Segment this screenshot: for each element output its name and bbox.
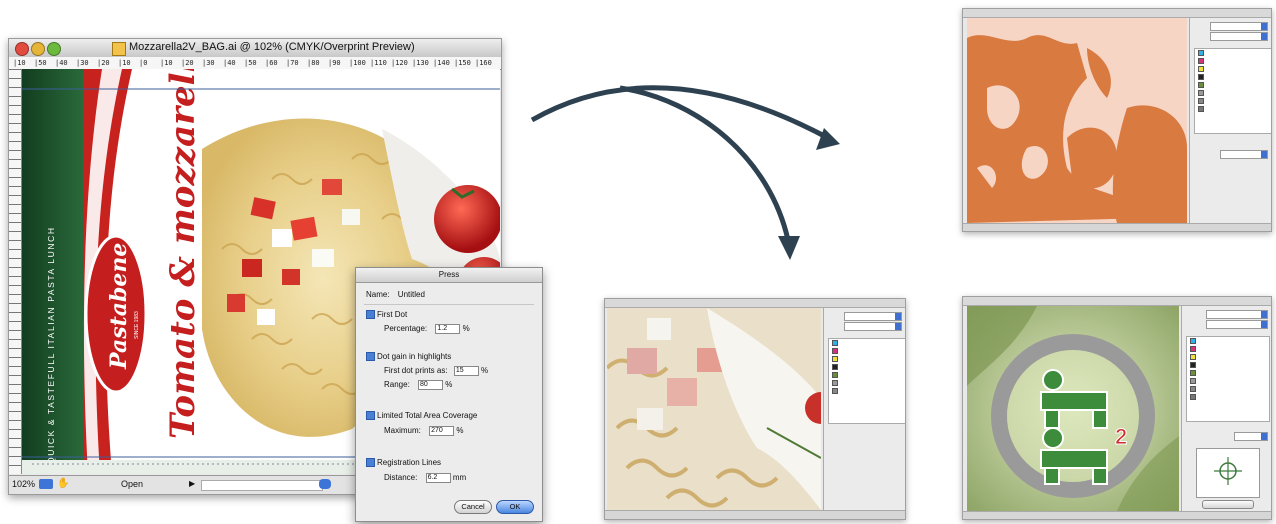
coverage-select[interactable] (1220, 150, 1268, 159)
mini-titlebar (605, 299, 905, 308)
separations-panel (1181, 306, 1271, 511)
separations-list[interactable] (828, 338, 905, 424)
mini-titlebar (963, 9, 1271, 18)
registration-select[interactable] (1234, 432, 1268, 441)
mini-titlebar (963, 297, 1271, 306)
arrow-icon (530, 85, 830, 141)
separations-panel (823, 308, 905, 510)
registration-preview-screenshot: 2 (962, 296, 1272, 520)
tac-preview-canvas[interactable] (967, 18, 1187, 223)
registration-canvas[interactable]: 2 (967, 306, 1179, 511)
mini-status-bar (963, 223, 1271, 231)
preview-select[interactable] (1210, 22, 1268, 31)
view-select[interactable] (1210, 32, 1268, 41)
preview-canvas[interactable] (607, 308, 821, 510)
view-select[interactable] (1206, 320, 1268, 329)
separations-list[interactable] (1194, 48, 1271, 134)
svg-text:2: 2 (1115, 424, 1127, 449)
dot-gain-preview-screenshot (604, 298, 906, 520)
separations-panel (1189, 18, 1271, 223)
arrow-icon (778, 236, 800, 260)
panel-button[interactable] (1202, 500, 1254, 509)
crosshair-icon (1214, 457, 1242, 485)
crosshair-preview (1196, 448, 1260, 498)
tac-preview-screenshot (962, 8, 1272, 232)
mini-status-bar (605, 510, 905, 519)
preview-select[interactable] (1206, 310, 1268, 319)
preview-select[interactable] (844, 312, 902, 321)
mini-status-bar (963, 511, 1271, 519)
view-select[interactable] (844, 322, 902, 331)
separations-list[interactable] (1186, 336, 1270, 422)
